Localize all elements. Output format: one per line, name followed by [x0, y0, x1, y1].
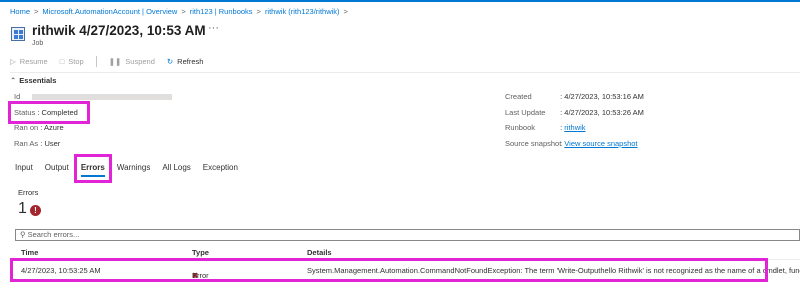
property-runbook: Runbook : rithwik — [505, 123, 586, 132]
pause-icon: ❚❚ — [108, 57, 122, 66]
error-badge-icon: ! — [30, 205, 41, 216]
errors-label: Errors — [18, 188, 39, 197]
breadcrumb-runbooks[interactable]: rith123 | Runbooks — [190, 7, 253, 16]
job-icon — [11, 27, 25, 41]
property-colon: : — [560, 123, 563, 132]
suspend-label: Suspend — [125, 57, 155, 66]
property-ran-on: Ran on : Azure — [14, 123, 64, 132]
property-colon: : — [560, 139, 563, 148]
column-header-details[interactable]: Details — [307, 248, 332, 257]
property-last-update: Last Update : 4/27/2023, 10:53:26 AM — [505, 108, 644, 117]
tab-exception[interactable]: Exception — [203, 163, 238, 177]
tab-warnings[interactable]: Warnings — [117, 163, 151, 177]
column-header-type[interactable]: Type — [192, 248, 209, 257]
property-id: Id — [14, 92, 173, 101]
runbook-link[interactable]: rithwik — [564, 123, 585, 132]
more-options-button[interactable]: ··· — [208, 22, 219, 34]
resume-label: Resume — [19, 57, 48, 66]
stop-icon: □ — [59, 57, 65, 66]
chevron-right-icon: > — [34, 7, 39, 16]
search-icon: ⚲ — [20, 230, 26, 239]
property-source-snapshot: Source snapshot : View source snapshot — [505, 139, 638, 148]
breadcrumb-home[interactable]: Home — [10, 7, 30, 16]
play-icon: ▷ — [10, 57, 16, 66]
chevron-right-icon: > — [343, 7, 348, 16]
tab-all-logs[interactable]: All Logs — [162, 163, 190, 177]
search-errors-input[interactable]: ⚲ Search errors... — [15, 229, 800, 241]
property-label: Ran As — [14, 139, 39, 148]
property-ran-as: Ran As : User — [14, 139, 60, 148]
ran-as-value: User — [44, 139, 61, 148]
tab-output[interactable]: Output — [45, 163, 69, 177]
property-label: Id — [14, 92, 21, 101]
property-created: Created : 4/27/2023, 10:53:16 AM — [505, 92, 644, 101]
created-value: 4/27/2023, 10:53:16 AM — [564, 92, 644, 101]
refresh-label: Refresh — [177, 57, 204, 66]
breadcrumb: Home > Microsoft.AutomationAccount | Overv… — [10, 7, 352, 16]
last-update-value: 4/27/2023, 10:53:26 AM — [564, 108, 644, 117]
stop-label: Stop — [68, 57, 84, 66]
search-placeholder: Search errors... — [27, 230, 80, 239]
property-label: Last Update — [505, 108, 546, 117]
property-label: Runbook — [505, 123, 536, 132]
highlight-status-box — [8, 101, 90, 124]
stop-button[interactable]: □ Stop — [60, 57, 84, 66]
source-snapshot-link[interactable]: View source snapshot — [564, 139, 637, 148]
property-colon: : — [560, 108, 563, 117]
page-title: rithwik 4/27/2023, 10:53 AM — [32, 23, 206, 38]
resume-button[interactable]: ▷ Resume — [10, 57, 48, 66]
redacted-id-value — [32, 94, 173, 101]
ran-on-value: Azure — [44, 123, 64, 132]
property-colon: : — [40, 123, 43, 132]
portal-top-border — [0, 0, 800, 2]
chevron-right-icon: > — [181, 7, 186, 16]
page-subtitle: Job — [32, 40, 44, 47]
property-label: Source snapshot — [505, 139, 562, 148]
breadcrumb-automation-account[interactable]: Microsoft.AutomationAccount | Overview — [42, 7, 177, 16]
breadcrumb-runbook[interactable]: rithwik (rith123/rithwik) — [265, 7, 340, 16]
property-label: Created — [505, 92, 532, 101]
job-tabs: Input Output Errors Warnings All Logs Ex… — [15, 163, 250, 177]
property-colon: : — [560, 92, 563, 101]
highlight-error-row-box — [10, 258, 768, 282]
suspend-button[interactable]: ❚❚ Suspend — [109, 57, 155, 66]
chevron-up-icon: ⌃ — [10, 76, 17, 85]
command-bar: ▷ Resume □ Stop ❚❚ Suspend ↻ Refresh — [10, 56, 215, 67]
chevron-right-icon: > — [256, 7, 261, 16]
essentials-toggle[interactable]: ⌃ Essentials — [10, 72, 800, 85]
property-label: Ran on — [14, 123, 39, 132]
tab-input[interactable]: Input — [15, 163, 33, 177]
errors-count: 1 — [18, 200, 27, 217]
column-header-time[interactable]: Time — [21, 248, 38, 257]
refresh-icon: ↻ — [166, 57, 174, 66]
property-colon: : — [40, 139, 43, 148]
refresh-button[interactable]: ↻ Refresh — [167, 57, 204, 66]
highlight-errors-tab-box — [74, 154, 112, 183]
essentials-title: Essentials — [19, 76, 57, 85]
toolbar-divider — [95, 56, 97, 67]
